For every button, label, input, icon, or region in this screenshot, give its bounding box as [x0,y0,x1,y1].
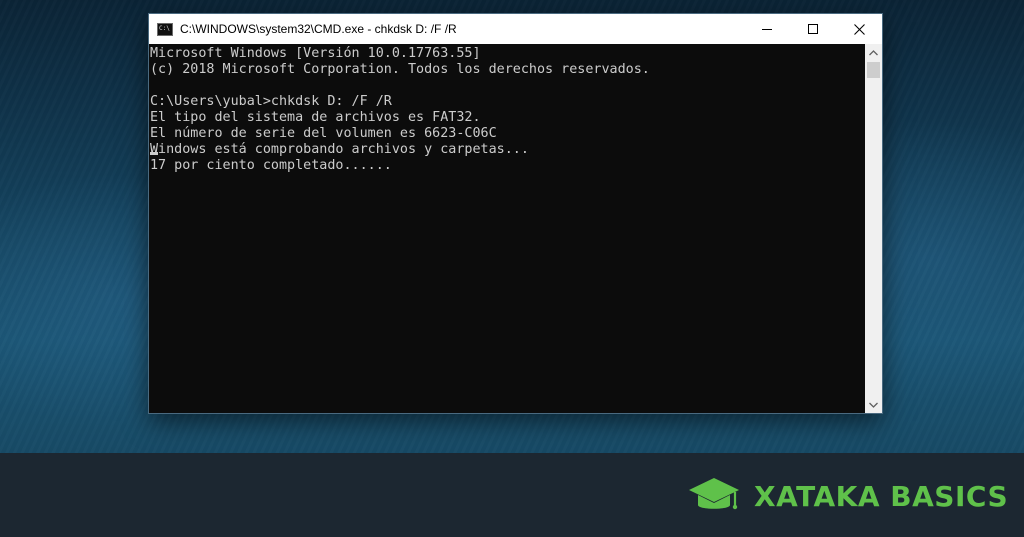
minimize-icon [762,29,772,30]
chevron-up-icon [869,49,878,55]
vertical-scrollbar[interactable] [865,44,882,413]
maximize-button[interactable] [790,14,836,44]
graduation-cap-icon [689,478,739,510]
console-line: C:\Users\yubal>chkdsk D: /F /R [150,94,392,109]
brand-logo: XATAKA BASICS [688,476,1008,516]
scroll-down-button[interactable] [865,396,882,413]
maximize-icon [808,24,818,34]
console-line: (c) 2018 Microsoft Corporation. Todos lo… [150,62,650,77]
console-output[interactable]: Microsoft Windows [Versión 10.0.17763.55… [149,44,865,413]
chevron-down-icon [869,402,878,408]
scrollbar-thumb[interactable] [867,62,880,78]
window-title: C:\WINDOWS\system32\CMD.exe - chkdsk D: … [180,22,457,36]
console-line: El número de serie del volumen es 6623-C… [150,126,497,141]
console-line: Windows está comprobando archivos y carp… [150,142,529,157]
close-button[interactable] [836,14,882,44]
console-line: El tipo del sistema de archivos es FAT32… [150,110,481,125]
cmd-window: C:\WINDOWS\system32\CMD.exe - chkdsk D: … [149,14,882,413]
brand-name: XATAKA BASICS [754,479,1009,513]
cmd-icon [157,22,173,36]
close-icon [853,23,865,35]
console-line: 17 por ciento completado...... [150,158,392,173]
minimize-button[interactable] [744,14,790,44]
text-cursor [150,152,158,155]
scroll-up-button[interactable] [865,44,882,61]
console-line: Microsoft Windows [Versión 10.0.17763.55… [150,46,481,61]
title-bar[interactable]: C:\WINDOWS\system32\CMD.exe - chkdsk D: … [149,14,882,44]
